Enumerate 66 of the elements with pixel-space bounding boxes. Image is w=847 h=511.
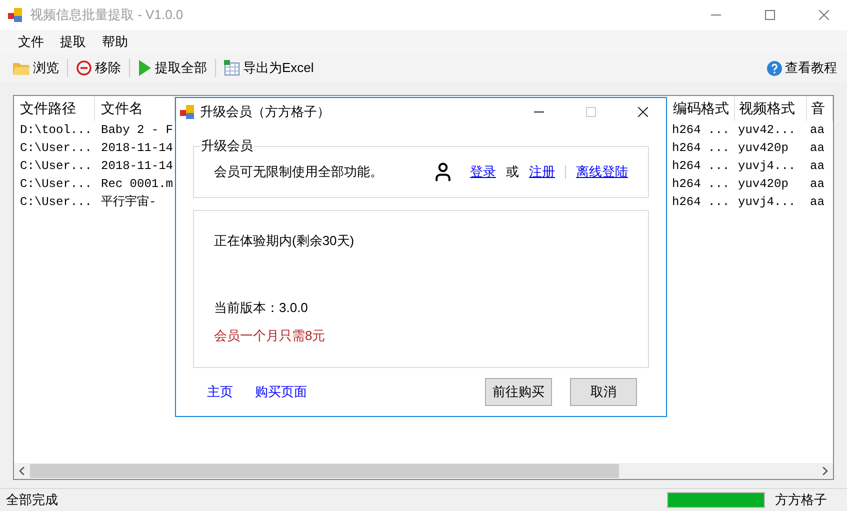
table-cell-text: yuv420p <box>737 140 790 157</box>
link[interactable]: 购买页面 <box>255 382 307 402</box>
close-icon <box>638 107 648 117</box>
menu-item[interactable]: 帮助 <box>94 32 136 52</box>
status-text: 方方格子 <box>775 491 827 510</box>
link[interactable]: 登录 <box>470 162 496 182</box>
toolbar-button[interactable]: 提取全部 <box>136 58 209 78</box>
dialog-title: 升级会员（方方格子） <box>200 103 330 122</box>
toolbar-button[interactable]: 浏览 <box>10 58 61 78</box>
toolbar-button[interactable]: 导出为Excel <box>222 58 316 78</box>
table-cell-text: D:\tool... <box>19 122 94 139</box>
maximize-icon <box>586 107 596 117</box>
table-cell-text: h264 ... <box>671 140 731 157</box>
column-header[interactable]: 音 <box>807 96 833 121</box>
table-cell-text: Baby 2 - F <box>100 122 174 139</box>
app-icon <box>8 8 22 22</box>
table-cell-text: h264 ... <box>671 194 731 211</box>
table-cell-text: h264 ... <box>671 158 731 175</box>
table-cell-text: C:\User... <box>19 140 94 157</box>
version-text: 当前版本：3.0.0 <box>214 298 309 316</box>
table-cell-text: yuv42... <box>737 122 797 139</box>
link[interactable]: 离线登陆 <box>576 162 628 182</box>
column-header[interactable]: 编码格式 <box>669 96 735 121</box>
folder-icon <box>12 60 30 76</box>
trial-text: 正在体验期内(剩余30天) <box>214 232 356 250</box>
table-cell-text: yuv420p <box>737 176 790 193</box>
toolbar-button[interactable]: 移除 <box>74 58 123 78</box>
horizontal-scrollbar[interactable] <box>14 463 833 479</box>
table-cell-text: C:\User... <box>19 194 94 211</box>
link[interactable]: 注册 <box>529 162 555 182</box>
link[interactable]: 主页 <box>207 382 233 402</box>
table-cell-text: Rec 0001.m <box>100 176 174 193</box>
table-cell-text: aa <box>809 176 826 193</box>
table-cell-text: aa <box>809 140 826 157</box>
menu-item[interactable]: 文件 <box>10 32 52 52</box>
table-cell-text: yuvj4... <box>737 158 797 175</box>
window-title: 视频信息批量提取 - V1.0.0 <box>30 6 184 24</box>
menu-item[interactable]: 提取 <box>52 32 94 52</box>
play-icon <box>138 59 152 77</box>
table-cell-text: yuvj4... <box>737 194 797 211</box>
scrollbar-thumb[interactable] <box>30 464 619 478</box>
table-cell-text: C:\User... <box>19 158 94 175</box>
or-text: 或 <box>506 163 519 182</box>
table-cell-text: C:\User... <box>19 176 94 193</box>
table-cell-text: h264 ... <box>671 122 731 139</box>
minus-circle-icon <box>76 60 92 76</box>
help-icon <box>767 60 782 76</box>
help-button[interactable]: 查看教程 <box>767 58 837 78</box>
intro-text: 会员可无限制使用全部功能。 <box>214 163 383 182</box>
table-cell-text: aa <box>809 158 826 175</box>
spreadsheet-icon <box>224 60 240 76</box>
column-header[interactable]: 文件路径 <box>14 96 95 121</box>
table-cell-text: aa <box>809 194 826 211</box>
table-cell-text: h264 ... <box>671 176 731 193</box>
dialog-button[interactable]: 取消 <box>570 378 637 406</box>
column-header[interactable]: 视频格式 <box>735 96 807 121</box>
status-text: 全部完成 <box>6 491 58 510</box>
maximize-icon <box>765 10 775 20</box>
table-cell-text: 2018-11-14 <box>100 140 174 157</box>
price-text: 会员一个月只需8元 <box>214 327 326 345</box>
table-cell-text: 平行宇宙- <box>100 194 158 211</box>
close-icon <box>819 10 829 20</box>
app-icon <box>180 105 194 119</box>
table-cell-text: aa <box>809 122 826 139</box>
dialog-button[interactable]: 前往购买 <box>485 378 552 406</box>
table-cell-text: 2018-11-14 <box>100 158 174 175</box>
